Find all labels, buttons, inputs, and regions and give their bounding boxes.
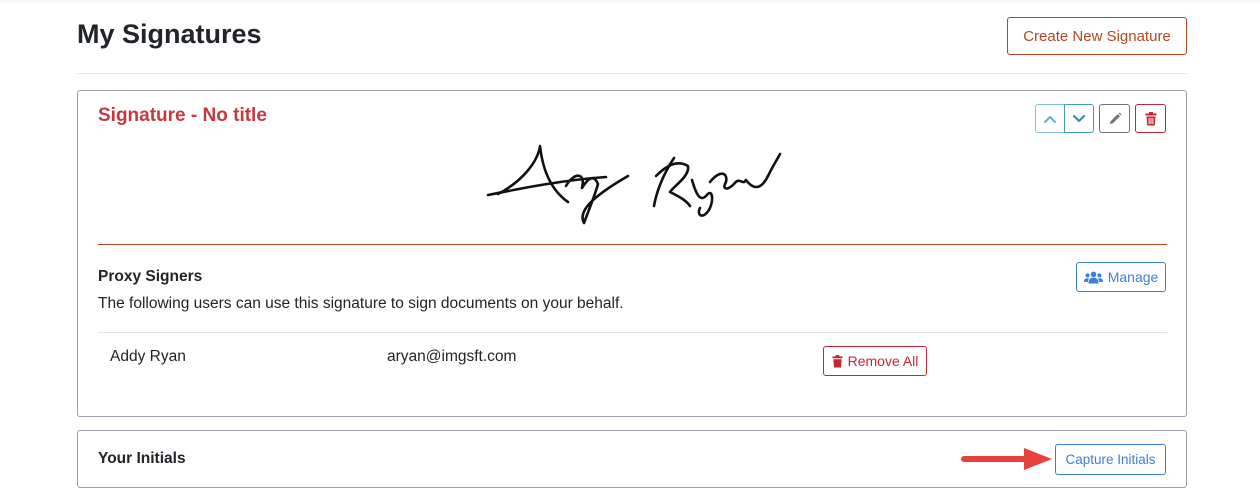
remove-all-button[interactable]: Remove All (823, 346, 927, 376)
signature-image (486, 144, 782, 225)
pencil-icon (1109, 111, 1122, 124)
users-icon (1083, 271, 1103, 283)
trash-icon (832, 354, 843, 367)
capture-initials-button[interactable]: Capture Initials (1055, 444, 1166, 475)
create-new-signature-button[interactable]: Create New Signature (1007, 17, 1187, 55)
signature-divider (98, 244, 1167, 245)
proxy-signer-name: Addy Ryan (110, 348, 186, 365)
red-arrow-pointer (961, 448, 1052, 470)
manage-button-label: Manage (1107, 269, 1159, 285)
edit-signature-button[interactable] (1099, 104, 1130, 133)
move-down-button[interactable] (1064, 104, 1094, 133)
manage-proxy-button[interactable]: Manage (1076, 262, 1166, 292)
proxy-signers-heading: Proxy Signers (98, 268, 203, 285)
signature-card: Signature - No title Proxy Signers The f… (77, 90, 1187, 417)
page-title: My Signatures (77, 19, 262, 49)
move-up-button[interactable] (1035, 104, 1065, 133)
delete-signature-button[interactable] (1135, 104, 1166, 133)
proxy-divider (98, 332, 1167, 333)
chevron-down-icon (1073, 114, 1085, 122)
trash-icon (1145, 111, 1156, 125)
proxy-signer-email: aryan@imgsft.com (387, 348, 517, 365)
proxy-signers-description: The following users can use this signatu… (98, 295, 624, 312)
chevron-up-icon (1044, 115, 1056, 123)
signature-title: Signature - No title (98, 105, 267, 126)
header-divider (77, 73, 1187, 74)
initials-heading: Your Initials (98, 450, 186, 467)
remove-all-label: Remove All (847, 353, 919, 369)
top-shadow (0, 0, 1260, 4)
